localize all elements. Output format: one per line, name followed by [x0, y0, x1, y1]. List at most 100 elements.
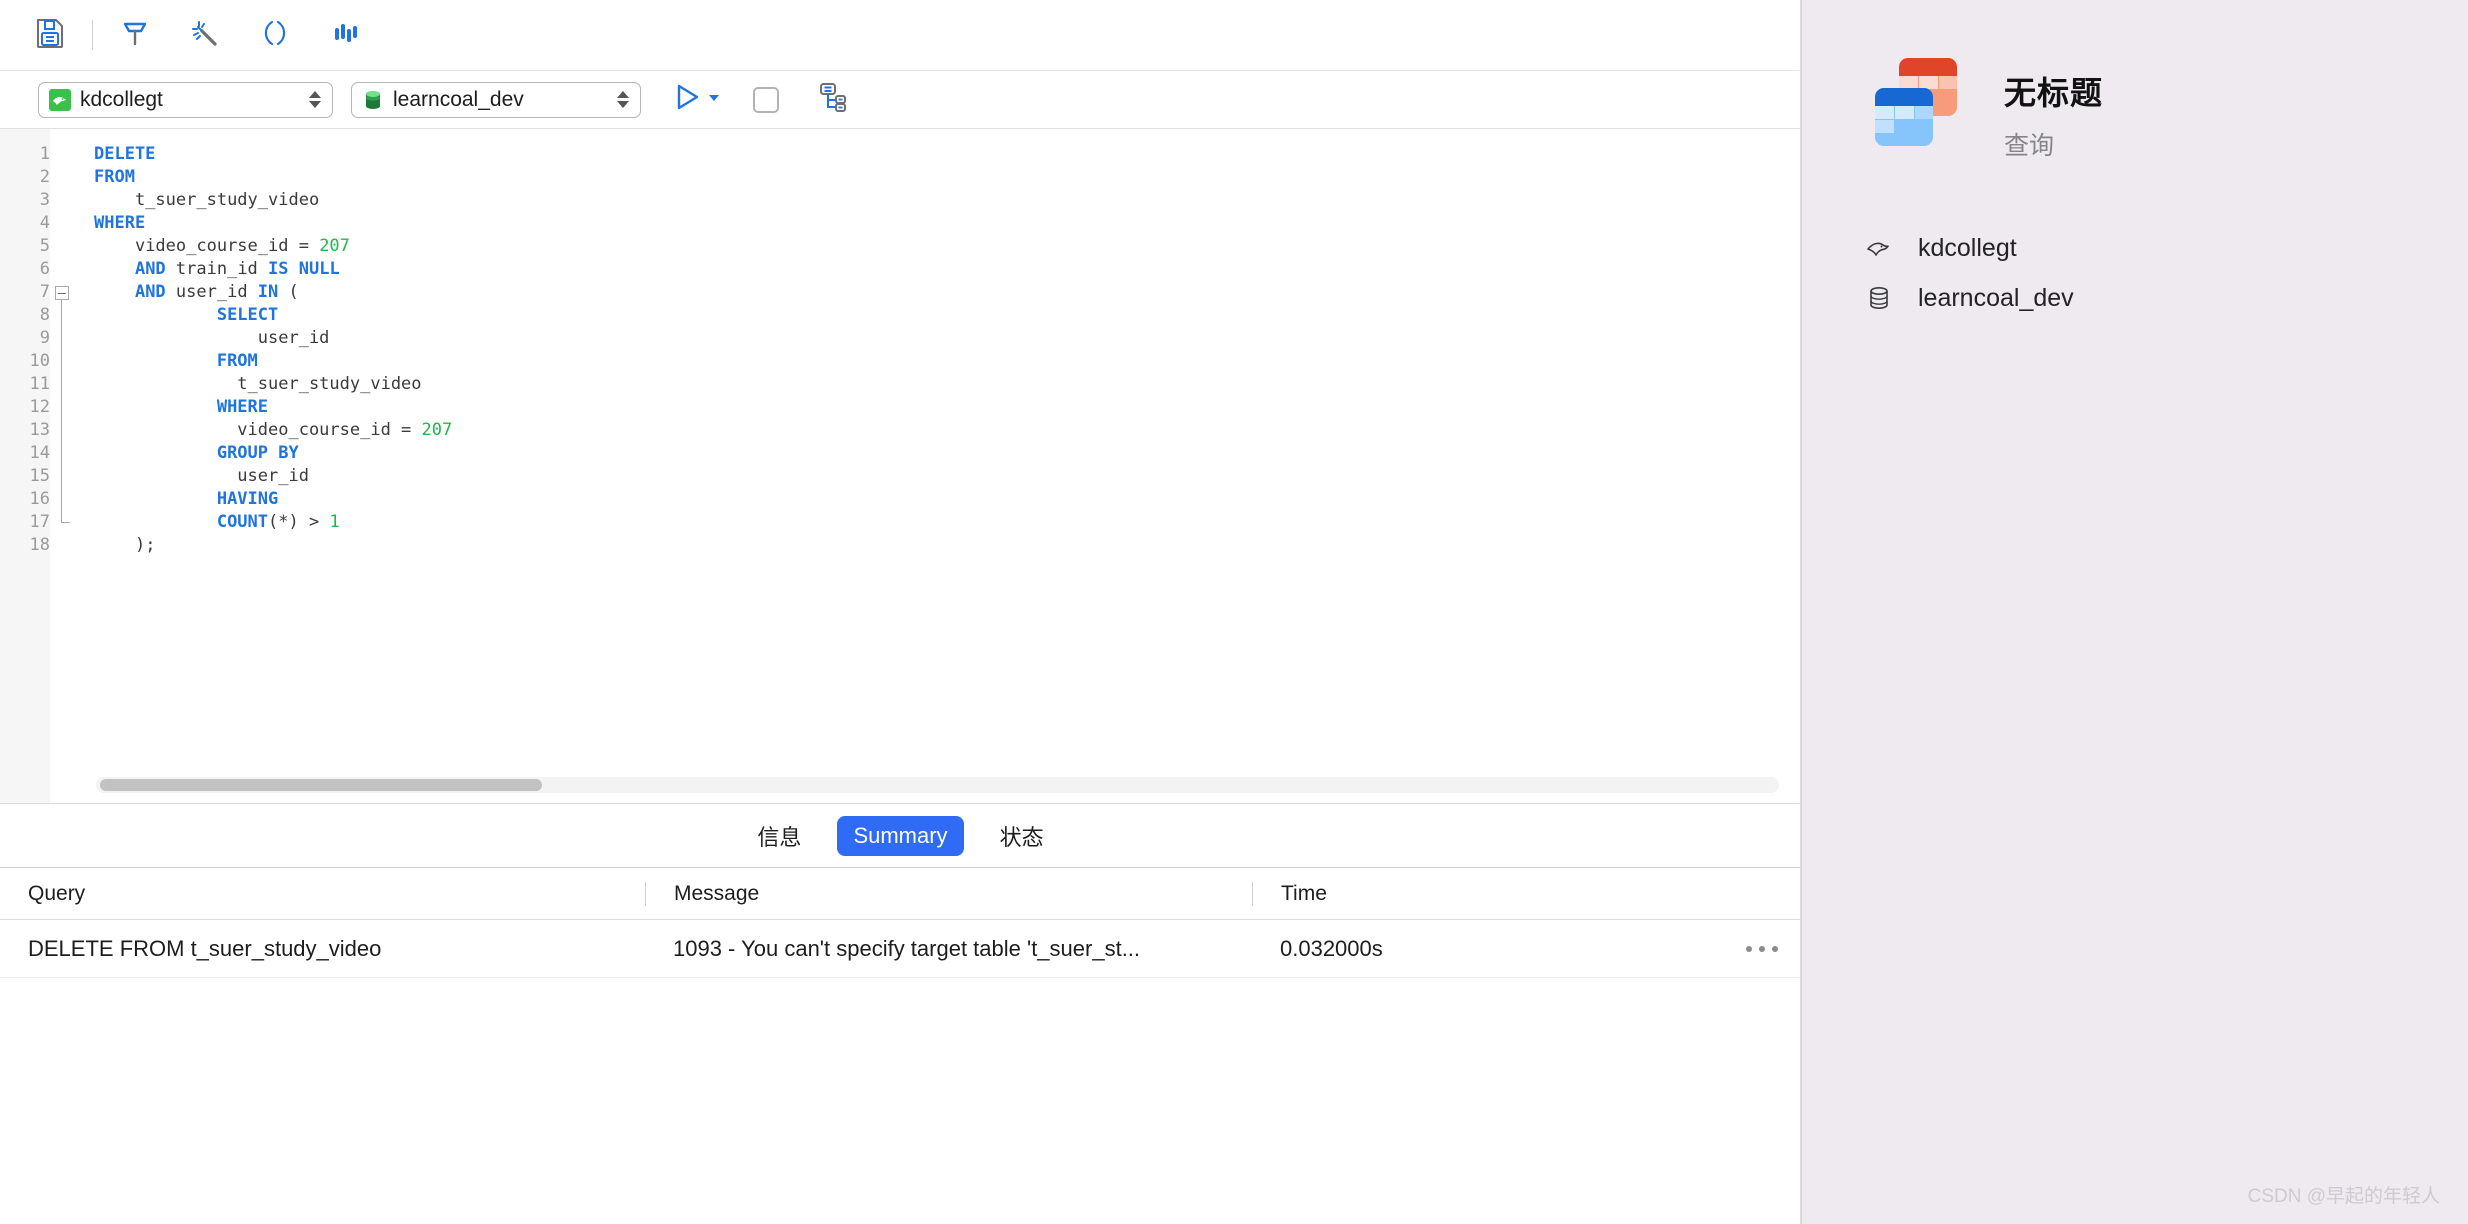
chart-bars-button[interactable] [319, 9, 371, 61]
editor-hscrollbar-thumb[interactable] [100, 779, 542, 791]
fold-slot [50, 166, 78, 189]
sidebar-item-kdcollegt[interactable]: kdcollegt [1862, 226, 2468, 270]
code-line: AND user_id IN ( [94, 281, 1801, 304]
sidebar-item-learncoal-dev[interactable]: learncoal_dev [1862, 276, 2468, 320]
connection-bar: kdcollegt learncoal_dev [0, 71, 1801, 129]
fold-slot [50, 350, 78, 373]
tab-item-2[interactable]: 状态 [984, 813, 1060, 859]
toolbar-separator [92, 20, 93, 50]
chevron-updown-icon[interactable] [304, 85, 326, 115]
main-area: kdcollegt learncoal_dev [0, 0, 1802, 1224]
run-dropdown-caret-icon[interactable] [707, 90, 721, 109]
fold-slot [50, 327, 78, 350]
table-row[interactable]: DELETE FROM t_suer_study_video 1093 - Yo… [0, 920, 1801, 978]
connection-label: kdcollegt [80, 88, 163, 112]
magic-wand-icon [188, 16, 222, 55]
explain-plan-button[interactable] [815, 82, 849, 117]
gutter-edge [0, 129, 18, 803]
code-line: video_course_id = 207 [94, 419, 1801, 442]
line-number: 5 [18, 235, 50, 258]
line-number: 15 [18, 465, 50, 488]
editor-hscrollbar[interactable] [96, 777, 1779, 793]
tab-item-0[interactable]: 信息 [741, 813, 817, 859]
sidebar-item-label: learncoal_dev [1918, 284, 2074, 313]
line-number: 9 [18, 327, 50, 350]
result-right-edge [1800, 868, 1801, 1224]
sql-code-text[interactable]: DELETEFROM t_suer_study_videoWHERE video… [78, 129, 1801, 803]
save-icon [33, 16, 67, 55]
app-root: kdcollegt learncoal_dev [0, 0, 2468, 1224]
sql-editor[interactable]: 123456789101112131415161718 DELETEFROM t… [0, 129, 1801, 804]
line-number: 2 [18, 166, 50, 189]
line-number: 16 [18, 488, 50, 511]
code-line: t_suer_study_video [94, 373, 1801, 396]
document-header: 无标题 查询 [1862, 52, 2468, 162]
code-line: SELECT [94, 304, 1801, 327]
beautify-icon [118, 16, 152, 55]
code-line: FROM [94, 166, 1801, 189]
fold-slot [50, 258, 78, 281]
database-cylinder-icon [1862, 283, 1896, 313]
code-line: t_suer_study_video [94, 189, 1801, 212]
code-line: GROUP BY [94, 442, 1801, 465]
fold-slot [50, 235, 78, 258]
result-tabbar: 信息 Summary 状态 [0, 804, 1801, 868]
toolbar [0, 0, 1801, 71]
code-line: COUNT(*) > 1 [94, 511, 1801, 534]
explain-plan-icon [815, 99, 849, 116]
fold-slot [50, 281, 78, 304]
database-cylinder-icon [362, 89, 384, 111]
fold-collapse-icon[interactable] [55, 286, 69, 300]
line-number: 4 [18, 212, 50, 235]
fold-slot [50, 442, 78, 465]
chart-bars-icon [328, 16, 362, 55]
code-fold-column[interactable] [50, 129, 78, 803]
line-number: 17 [18, 511, 50, 534]
parentheses-icon [258, 16, 292, 55]
line-number: 12 [18, 396, 50, 419]
line-number: 6 [18, 258, 50, 281]
line-number: 13 [18, 419, 50, 442]
chevron-updown-icon-2[interactable] [612, 85, 634, 115]
fold-slot [50, 488, 78, 511]
line-number: 14 [18, 442, 50, 465]
document-meta: 无标题 查询 [2004, 52, 2103, 162]
fold-slot [50, 189, 78, 212]
run-button[interactable] [671, 81, 721, 118]
beautify-button[interactable] [109, 9, 161, 61]
cell-time: 0.032000s [1252, 936, 1801, 962]
fold-slot [50, 304, 78, 327]
cell-query: DELETE FROM t_suer_study_video [0, 936, 645, 962]
watermark: CSDN @早起的年轻人 [2248, 1181, 2440, 1208]
column-header-query: Query [0, 882, 645, 906]
row-overflow-menu-icon[interactable] [1746, 946, 1778, 952]
two-tables-icon [1862, 52, 1970, 160]
fold-slot [50, 465, 78, 488]
column-header-time: Time [1252, 882, 1801, 906]
database-select[interactable]: learncoal_dev [351, 82, 641, 118]
page-subtitle: 查询 [2004, 126, 2103, 162]
fold-slot [50, 212, 78, 235]
line-number-gutter: 123456789101112131415161718 [18, 129, 50, 803]
tab-summary-active[interactable]: Summary [837, 816, 963, 856]
code-line: user_id [94, 465, 1801, 488]
line-number: 18 [18, 534, 50, 557]
database-label: learncoal_dev [393, 88, 524, 112]
line-number: 1 [18, 143, 50, 166]
code-line: WHERE [94, 396, 1801, 419]
code-line: ); [94, 534, 1801, 557]
stop-button[interactable] [753, 87, 779, 113]
connection-select[interactable]: kdcollegt [38, 82, 333, 118]
save-button[interactable] [24, 9, 76, 61]
code-line: user_id [94, 327, 1801, 350]
fold-slot [50, 373, 78, 396]
line-number: 11 [18, 373, 50, 396]
line-number: 3 [18, 189, 50, 212]
sidebar-item-label: kdcollegt [1918, 234, 2017, 263]
parentheses-button[interactable] [249, 9, 301, 61]
magic-wand-button[interactable] [179, 9, 231, 61]
code-line: DELETE [94, 143, 1801, 166]
fold-slot [50, 534, 78, 557]
code-line: FROM [94, 350, 1801, 373]
cell-message: 1093 - You can't specify target table 't… [645, 936, 1252, 962]
